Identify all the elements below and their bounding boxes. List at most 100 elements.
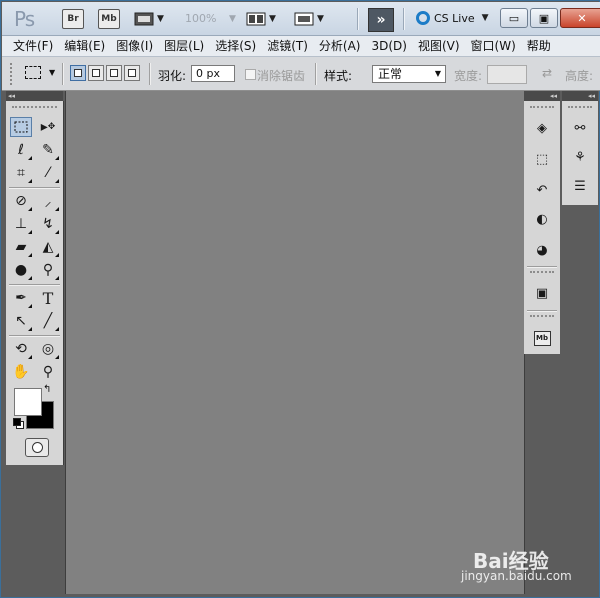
style-select[interactable]: 正常 ▼ bbox=[372, 65, 446, 83]
bridge-badge: Br bbox=[62, 9, 84, 29]
divider bbox=[403, 8, 405, 30]
panel-dock-icons: ◈ ⬚ ↶ ◐ ◕ ▣ Mb bbox=[524, 101, 560, 354]
chevron-down-icon: ▼ bbox=[434, 69, 441, 78]
panel-dock-header[interactable]: ◂◂ bbox=[524, 91, 560, 101]
menu-image[interactable]: 图像(I) bbox=[105, 36, 153, 56]
chevron-down-icon: ▼ bbox=[157, 14, 164, 24]
3d-orbit-icon[interactable]: ◎ bbox=[37, 339, 59, 359]
dock-grip[interactable] bbox=[530, 271, 554, 275]
width-input[interactable] bbox=[487, 65, 527, 84]
dock-grip[interactable] bbox=[568, 106, 592, 110]
arrange-documents-button[interactable]: ▼ bbox=[246, 9, 276, 29]
eyedropper-icon[interactable]: ⁄ bbox=[37, 163, 59, 183]
3d-rotate-icon[interactable]: ⟲ bbox=[10, 339, 32, 359]
film-icon bbox=[134, 12, 154, 26]
styles-icon[interactable]: ◕ bbox=[530, 239, 554, 261]
chevron-down-icon: ▼ bbox=[481, 13, 489, 23]
divider bbox=[357, 8, 359, 30]
panel-dock-header[interactable]: ◂◂ bbox=[562, 91, 598, 101]
menu-help[interactable]: 帮助 bbox=[516, 36, 551, 56]
menu-view[interactable]: 视图(V) bbox=[407, 36, 460, 56]
quick-selection-icon[interactable]: ✎ bbox=[37, 140, 59, 160]
menu-file[interactable]: 文件(F) bbox=[2, 36, 53, 56]
paint-bucket-icon[interactable]: ◭ bbox=[37, 237, 59, 257]
eraser-icon[interactable]: ▰ bbox=[10, 237, 32, 257]
layout-icon bbox=[246, 12, 266, 26]
path-selection-icon[interactable]: ↖ bbox=[10, 311, 32, 331]
subtract-from-selection-button[interactable] bbox=[106, 65, 122, 81]
intersect-selection-button[interactable] bbox=[124, 65, 140, 81]
clone-source-icon[interactable]: ⚘ bbox=[568, 146, 592, 168]
menu-window[interactable]: 窗口(W) bbox=[460, 36, 516, 56]
new-selection-button[interactable] bbox=[70, 65, 86, 81]
crop-icon[interactable]: ⌗ bbox=[10, 163, 32, 183]
pen-icon[interactable]: ✒ bbox=[10, 288, 32, 308]
cs-live-button[interactable]: CS Live ▼ bbox=[416, 11, 489, 25]
divider bbox=[9, 335, 60, 337]
camera-icon[interactable]: ▣ bbox=[530, 282, 554, 304]
minibridge-label: Mb bbox=[533, 330, 551, 346]
tool-preset-icon[interactable] bbox=[25, 66, 41, 79]
launch-minibridge-button[interactable]: Mb bbox=[98, 9, 120, 29]
quick-mask-button[interactable] bbox=[25, 438, 49, 457]
divider bbox=[527, 266, 557, 268]
menu-edit[interactable]: 编辑(E) bbox=[53, 36, 105, 56]
divider bbox=[149, 63, 151, 85]
swap-dimensions-icon[interactable]: ⇄ bbox=[542, 66, 552, 80]
minibridge-icon[interactable]: Mb bbox=[530, 327, 554, 349]
antialias-checkbox[interactable] bbox=[245, 69, 256, 80]
foreground-color-swatch[interactable] bbox=[14, 388, 42, 416]
minimize-button[interactable]: ▭ bbox=[500, 8, 528, 28]
adjustments-icon[interactable]: ◐ bbox=[530, 208, 554, 230]
view-extras-button[interactable]: ▼ bbox=[134, 9, 164, 29]
toolbox-grip[interactable] bbox=[12, 106, 57, 110]
chevron-down-icon: ▼ bbox=[229, 14, 236, 24]
default-colors-icon[interactable] bbox=[13, 418, 24, 429]
clone-stamp-icon[interactable]: ⊥ bbox=[10, 214, 32, 234]
line-icon[interactable]: ╱ bbox=[37, 311, 59, 331]
document-workspace[interactable] bbox=[65, 91, 525, 594]
maximize-button[interactable]: ▣ bbox=[530, 8, 558, 28]
add-to-selection-button[interactable] bbox=[88, 65, 104, 81]
move-icon[interactable]: ▸ ✥ bbox=[37, 117, 59, 137]
dock-grip[interactable] bbox=[530, 106, 554, 110]
height-label: 高度: bbox=[565, 69, 594, 83]
swap-colors-icon[interactable]: ↰ bbox=[43, 384, 51, 395]
close-button[interactable]: ✕ bbox=[560, 8, 600, 28]
masks-icon[interactable]: ⬚ bbox=[530, 148, 554, 170]
menu-select[interactable]: 选择(S) bbox=[204, 36, 256, 56]
healing-brush-icon[interactable]: ⊘ bbox=[10, 191, 32, 211]
workspace-extend-button[interactable]: » bbox=[368, 8, 394, 32]
divider bbox=[62, 63, 64, 85]
lasso-icon[interactable]: ℓ bbox=[10, 140, 32, 160]
chevron-down-icon[interactable]: ▼ bbox=[49, 68, 55, 77]
dodge-icon[interactable]: ⚲ bbox=[37, 260, 59, 280]
toolbox-header[interactable]: ◂◂ bbox=[6, 91, 63, 101]
menu-analysis[interactable]: 分析(A) bbox=[308, 36, 361, 56]
layers-icon[interactable]: ◈ bbox=[530, 117, 554, 139]
brush-presets-icon[interactable]: ⚯ bbox=[568, 117, 592, 139]
dock-grip[interactable] bbox=[530, 315, 554, 319]
feather-input[interactable]: 0 px bbox=[191, 65, 235, 82]
chevron-down-icon: ▼ bbox=[269, 14, 276, 24]
hand-icon[interactable]: ✋ bbox=[10, 362, 32, 382]
paths-icon[interactable]: ☰ bbox=[568, 175, 592, 197]
blur-icon[interactable]: ● bbox=[10, 260, 32, 280]
marquee-icon[interactable] bbox=[10, 117, 32, 137]
options-grip[interactable] bbox=[10, 63, 15, 85]
brush-icon[interactable]: ⸝ bbox=[37, 191, 59, 211]
zoom-icon[interactable]: ⚲ bbox=[37, 362, 59, 382]
menu-layer[interactable]: 图层(L) bbox=[153, 36, 204, 56]
history-icon[interactable]: ↶ bbox=[530, 179, 554, 201]
history-brush-icon[interactable]: ↯ bbox=[37, 214, 59, 234]
launch-bridge-button[interactable]: Br bbox=[62, 9, 84, 29]
minibridge-badge: Mb bbox=[98, 9, 120, 29]
divider bbox=[315, 63, 317, 85]
width-label: 宽度: bbox=[454, 69, 483, 83]
zoom-level[interactable]: 100% bbox=[185, 12, 216, 25]
menu-filter[interactable]: 滤镜(T) bbox=[256, 36, 308, 56]
menu-3d[interactable]: 3D(D) bbox=[360, 36, 406, 56]
screen-mode-button[interactable]: ▼ bbox=[294, 9, 324, 29]
type-icon[interactable]: T bbox=[37, 288, 59, 308]
style-select-value: 正常 bbox=[378, 67, 403, 81]
